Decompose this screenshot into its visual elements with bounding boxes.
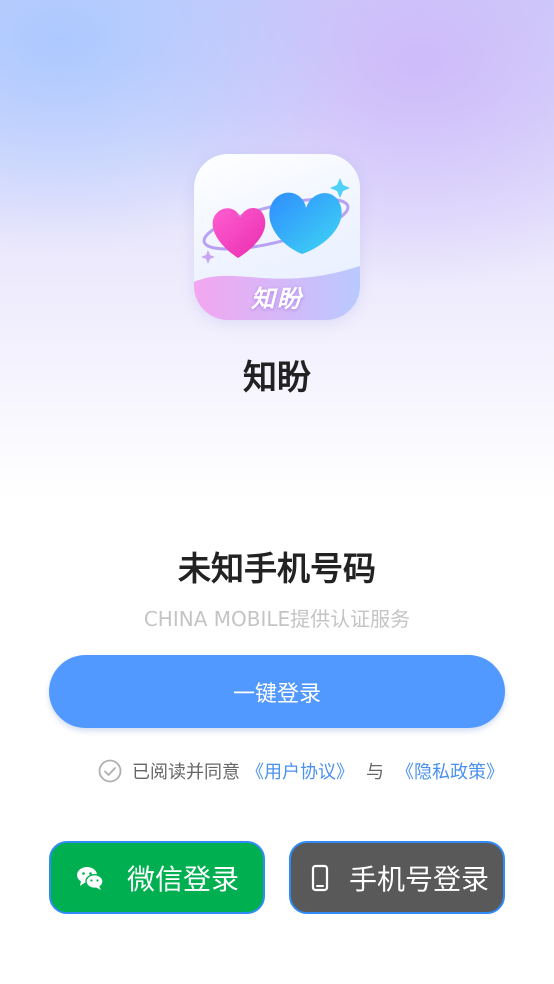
privacy-policy-link[interactable]: 《隐私政策》 bbox=[396, 758, 504, 784]
agreement-conjunction: 与 bbox=[366, 762, 384, 783]
carrier-auth-note: CHINA MOBILE提供认证服务 bbox=[143, 607, 411, 631]
check-circle-icon[interactable] bbox=[98, 759, 122, 783]
agreement-prefix: 已阅读并同意 bbox=[132, 762, 240, 783]
login-page: 知盼 知盼 未知手机号码 CHINA MOBILE提供认证服务 一键登录 已阅读… bbox=[0, 0, 554, 984]
app-name: 知盼 bbox=[243, 358, 311, 398]
phone-login-button[interactable]: 手机号登录 bbox=[289, 841, 505, 914]
mobile-phone-icon bbox=[305, 863, 335, 893]
phone-login-label: 手机号登录 bbox=[348, 862, 489, 896]
app-logo: 知盼 bbox=[194, 154, 360, 320]
wechat-login-label: 微信登录 bbox=[126, 862, 239, 896]
masked-phone-number: 未知手机号码 bbox=[178, 549, 376, 588]
one-click-login-button[interactable]: 一键登录 bbox=[49, 655, 505, 728]
user-agreement-link[interactable]: 《用户协议》 bbox=[246, 758, 354, 784]
wechat-login-button[interactable]: 微信登录 bbox=[49, 841, 265, 914]
logo-wordmark: 知盼 bbox=[251, 285, 303, 313]
agreement-row: 已阅读并同意 《用户协议》 与 《隐私政策》 bbox=[98, 758, 504, 784]
wechat-icon bbox=[75, 863, 105, 893]
